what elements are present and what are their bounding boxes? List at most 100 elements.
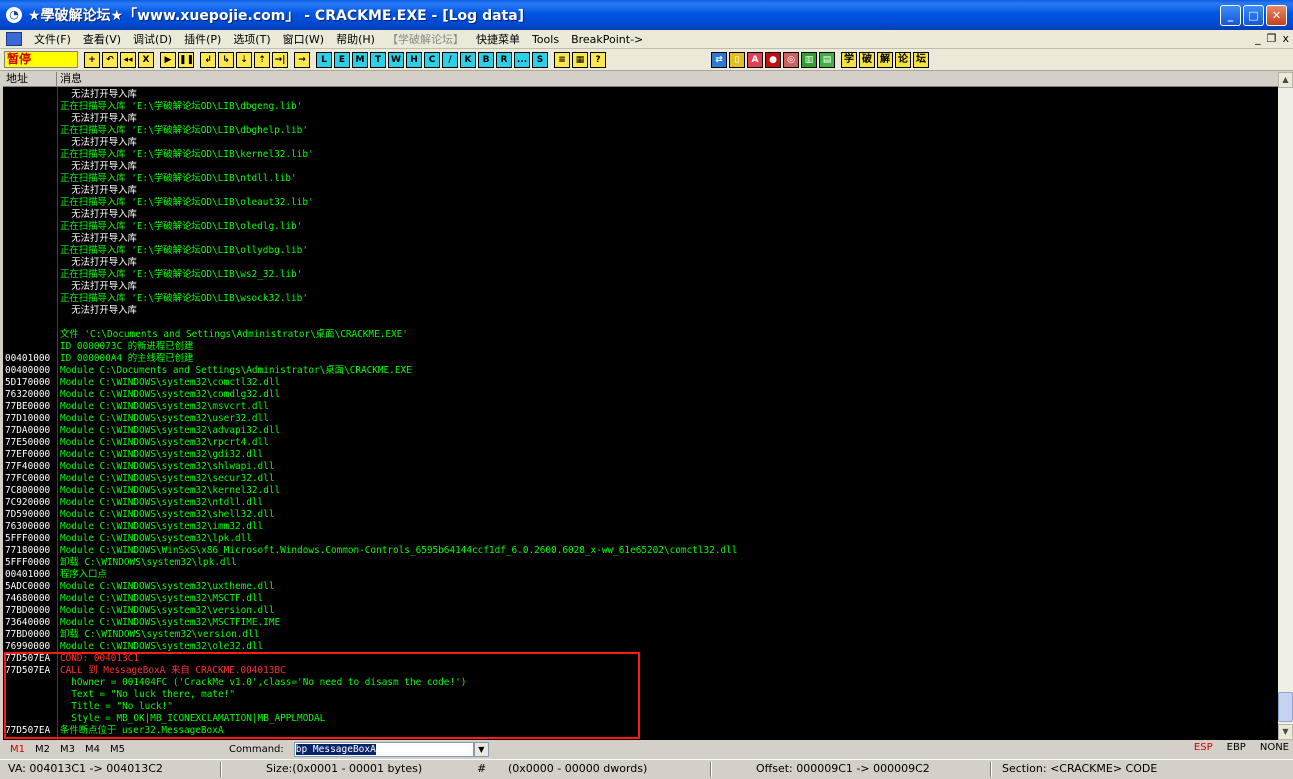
log-row[interactable]: 76990000 Module C:\WINDOWS\system32\ole32… [3,641,1278,653]
log-row[interactable]: 无法打开导入库 [3,305,1278,317]
log-row[interactable]: 77180000 Module C:\WINDOWS\WinSxS\x86_Mic… [3,545,1278,557]
log-row[interactable]: 无法打开导入库 [3,257,1278,269]
grid-icon[interactable]: ▥ [801,51,817,68]
callstack-window-button[interactable]: K [460,51,476,68]
log-row[interactable]: 无法打开导入库 [3,89,1278,101]
log-row[interactable]: 73640000 Module C:\WINDOWS\system32\MSCTF… [3,617,1278,629]
menu-breakpoint[interactable]: BreakPoint-> [565,33,649,46]
log-row[interactable]: 77D507EA CALL 到 MessageBoxA 来自 CRACKME.00… [3,665,1278,677]
log-row[interactable]: 77E50000 Module C:\WINDOWS\system32\rpcrt… [3,437,1278,449]
log-row[interactable]: 正在扫描导入库 'E:\学破解论坛OD\LIB\oleaut32.lib' [3,197,1278,209]
scroll-thumb[interactable] [1278,692,1293,722]
log-row[interactable]: 正在扫描导入库 'E:\学破解论坛OD\LIB\dbghelp.lib' [3,125,1278,137]
log-row[interactable]: 5FFF0000 Module C:\WINDOWS\system32\lpk.d… [3,533,1278,545]
log-row[interactable]: 正在扫描导入库 'E:\学破解论坛OD\LIB\oledlg.lib' [3,221,1278,233]
trace-into-icon[interactable]: ⇣ [236,51,252,68]
forum-xue-button[interactable]: 学 [841,51,857,68]
appearance-icon[interactable]: ≡ [554,51,570,68]
pause-plugin-icon[interactable]: ▯ [729,51,745,68]
windows-window-button[interactable]: W [388,51,404,68]
menu-view[interactable]: 查看(V) [77,31,127,47]
menu-options[interactable]: 选项(T) [227,31,276,47]
log-row[interactable]: Style = MB_OK|MB_ICONEXCLAMATION|MB_APPL… [3,713,1278,725]
log-row[interactable]: 77D507EA COND: 004013C1 [3,653,1278,665]
log-row[interactable]: ID 0000073C 的新进程已创建 [3,341,1278,353]
log-row[interactable]: 77D10000 Module C:\WINDOWS\system32\user3… [3,413,1278,425]
tab-m2[interactable]: M2 [35,744,50,755]
open-icon[interactable]: + [84,51,100,68]
log-row[interactable]: 无法打开导入库 [3,185,1278,197]
log-row[interactable]: 77BD0000 Module C:\WINDOWS\system32\versi… [3,605,1278,617]
log-window-button[interactable]: L [316,51,332,68]
log-row[interactable]: 无法打开导入库 [3,137,1278,149]
log-row[interactable]: 正在扫描导入库 'E:\学破解论坛OD\LIB\ws2_32.lib' [3,269,1278,281]
register-esp[interactable]: ESP [1194,742,1213,753]
log-row[interactable]: 77F40000 Module C:\WINDOWS\system32\shlwa… [3,461,1278,473]
menu-forum[interactable]: 【学破解论坛】 [381,31,470,47]
log-row[interactable]: 77EF0000 Module C:\WINDOWS\system32\gdi32… [3,449,1278,461]
log-row[interactable]: 76300000 Module C:\WINDOWS\system32\imm32… [3,521,1278,533]
close-program-icon[interactable]: X [138,51,154,68]
run-trace-window-button[interactable]: ... [514,51,530,68]
log-row[interactable]: 7C920000 Module C:\WINDOWS\system32\ntdll… [3,497,1278,509]
log-row[interactable]: 5FFF0000 卸载 C:\WINDOWS\system32\lpk.dll [3,557,1278,569]
maximize-button[interactable]: □ [1243,5,1264,26]
register-ebp[interactable]: EBP [1227,742,1246,753]
log-row[interactable]: 00400000 Module C:\Documents and Settings… [3,365,1278,377]
log-row[interactable]: 00401000 ID 000000A4 的主线程已创建 [3,353,1278,365]
log-row[interactable]: 76320000 Module C:\WINDOWS\system32\comdl… [3,389,1278,401]
step-into-icon[interactable]: ↲ [200,51,216,68]
mdi-close-button[interactable]: x [1282,32,1289,45]
mdi-minimize-button[interactable]: _ [1255,32,1261,45]
modules-window-button[interactable]: E [334,51,350,68]
log-row[interactable]: 正在扫描导入库 'E:\学破解论坛OD\LIB\kernel32.lib' [3,149,1278,161]
minimize-button[interactable]: _ [1220,5,1241,26]
run-icon[interactable]: ▶ [160,51,176,68]
ascii-icon[interactable]: A [747,51,763,68]
vertical-scrollbar[interactable]: ▲ ▼ [1278,72,1293,740]
log-row[interactable] [3,317,1278,329]
source-window-button[interactable]: S [532,51,548,68]
restart-icon[interactable]: ↶ [102,51,118,68]
log-row[interactable]: Title = "No luck!" [3,701,1278,713]
forum-tan-button[interactable]: 坛 [913,51,929,68]
menu-debug[interactable]: 调试(D) [127,31,178,47]
forum-lun-button[interactable]: 论 [895,51,911,68]
log-row[interactable]: 无法打开导入库 [3,113,1278,125]
log-row[interactable]: 5ADC0000 Module C:\WINDOWS\system32\uxthe… [3,581,1278,593]
log-row[interactable]: 文件 'C:\Documents and Settings\Administra… [3,329,1278,341]
threads-window-button[interactable]: T [370,51,386,68]
log-row[interactable]: 无法打开导入库 [3,209,1278,221]
panel-icon[interactable]: ▤ [819,51,835,68]
forum-jie-button[interactable]: 解 [877,51,893,68]
menu-plugins[interactable]: 插件(P) [178,31,227,47]
help-icon[interactable]: ? [590,51,606,68]
cpu-window-button[interactable]: C [424,51,440,68]
breakpoints-window-button[interactable]: B [478,51,494,68]
close-button[interactable]: ✕ [1266,5,1287,26]
memory-window-button[interactable]: M [352,51,368,68]
log-row[interactable]: 无法打开导入库 [3,161,1278,173]
log-row[interactable]: 77FC0000 Module C:\WINDOWS\system32\secur… [3,473,1278,485]
log-row[interactable]: 正在扫描导入库 'E:\学破解论坛OD\LIB\ntdll.lib' [3,173,1278,185]
rewind-icon[interactable]: ◂◂ [120,51,136,68]
handles-window-button[interactable]: H [406,51,422,68]
menu-help[interactable]: 帮助(H) [330,31,381,47]
trace-over-icon[interactable]: ⇡ [254,51,270,68]
log-row[interactable]: hOwner = 001404FC ('CrackMe v1.0',class=… [3,677,1278,689]
app-logo-icon[interactable]: ◔ [6,7,22,23]
log-row[interactable]: 77BE0000 Module C:\WINDOWS\system32\msvcr… [3,401,1278,413]
log-row[interactable]: 77D507EA 条件断点位于 user32.MessageBoxA [3,725,1278,737]
log-row[interactable]: 无法打开导入库 [3,233,1278,245]
log-row[interactable]: 无法打开导入库 [3,281,1278,293]
log-row[interactable]: 74680000 Module C:\WINDOWS\system32\MSCTF… [3,593,1278,605]
menu-shortcuts[interactable]: 快捷菜单 [470,31,526,47]
target-icon[interactable]: ◎ [783,51,799,68]
scroll-down-icon[interactable]: ▼ [1278,724,1293,740]
log-row[interactable]: 正在扫描导入库 'E:\学破解论坛OD\LIB\wsock32.lib' [3,293,1278,305]
tab-m3[interactable]: M3 [60,744,75,755]
mdi-child-icon[interactable] [6,32,22,46]
log-panel[interactable]: 无法打开导入库 正在扫描导入库 'E:\学破解论坛OD\LIB\dbgeng.li… [3,87,1278,740]
patches-window-button[interactable]: / [442,51,458,68]
log-row[interactable]: 77DA0000 Module C:\WINDOWS\system32\advap… [3,425,1278,437]
